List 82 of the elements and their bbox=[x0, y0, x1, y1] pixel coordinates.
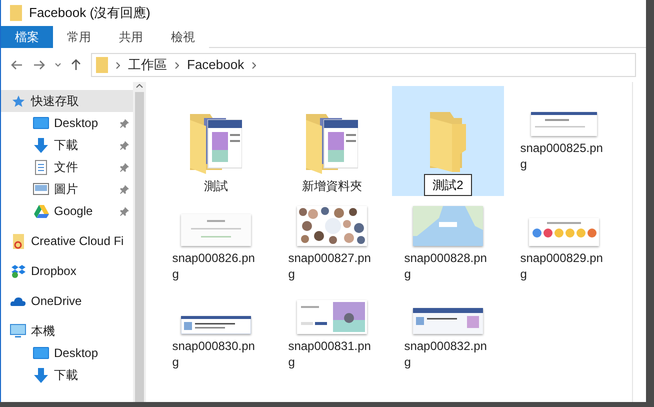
sidebar-item[interactable]: OneDrive bbox=[1, 290, 133, 312]
chevron-right-icon bbox=[175, 62, 179, 68]
desktop-icon bbox=[33, 347, 49, 359]
cloud-icon bbox=[10, 296, 26, 306]
breadcrumb[interactable]: Facebook bbox=[187, 55, 244, 75]
rename-field[interactable]: 測試2 bbox=[424, 174, 472, 196]
file-item[interactable]: snap000832.png bbox=[392, 284, 504, 372]
file-item[interactable]: snap000826.png bbox=[160, 196, 272, 284]
folder-preview-icon bbox=[306, 114, 358, 174]
sidebar-item[interactable]: 快速存取 bbox=[1, 90, 133, 112]
cloud-folder-icon bbox=[12, 234, 24, 248]
sidebar-item[interactable]: Dropbox bbox=[1, 260, 133, 282]
sidebar-item[interactable]: Desktop bbox=[1, 342, 133, 364]
file-name: snap000827.png bbox=[288, 250, 372, 282]
forward-arrow-icon bbox=[33, 60, 45, 70]
chevron-down-icon bbox=[55, 63, 61, 67]
sidebar-item[interactable]: 圖片 bbox=[1, 178, 133, 200]
folder-preview-icon bbox=[190, 114, 242, 174]
pin-icon bbox=[120, 140, 129, 150]
file-name: snap000830.png bbox=[172, 338, 256, 370]
sidebar-label: 本機 bbox=[31, 323, 56, 340]
pin-icon bbox=[120, 206, 129, 216]
folder-icon bbox=[96, 57, 108, 73]
file-item[interactable]: snap000829.png bbox=[508, 196, 620, 284]
up-arrow-icon bbox=[71, 59, 81, 71]
pin-icon bbox=[120, 184, 129, 194]
sidebar-item[interactable]: 本機 bbox=[1, 320, 133, 342]
back-arrow-icon bbox=[11, 60, 23, 70]
sidebar-label: Google bbox=[54, 203, 94, 220]
sidebar-label: Desktop bbox=[54, 115, 100, 132]
file-name: snap000832.png bbox=[404, 338, 488, 370]
pin-icon bbox=[120, 118, 129, 128]
file-item[interactable]: snap000831.png bbox=[276, 284, 388, 372]
breadcrumb[interactable]: 工作區 bbox=[128, 55, 167, 75]
star-icon bbox=[12, 94, 24, 108]
ribbon-tab[interactable]: 檔案 bbox=[1, 26, 53, 48]
chevron-right-icon bbox=[252, 62, 256, 68]
address-bar[interactable]: 工作區 Facebook bbox=[91, 53, 636, 77]
folder-item[interactable]: 測試 bbox=[160, 86, 272, 196]
file-item[interactable]: snap000828.png bbox=[392, 196, 504, 284]
sidebar-label: OneDrive bbox=[31, 293, 83, 310]
sidebar-label: 下載 bbox=[54, 137, 79, 154]
sidebar-label: 圖片 bbox=[54, 181, 79, 198]
folder-icon bbox=[430, 112, 466, 172]
file-name: snap000829.png bbox=[520, 250, 604, 282]
pin-icon bbox=[120, 162, 129, 172]
desktop-icon bbox=[33, 117, 49, 129]
sidebar-item[interactable]: Google bbox=[1, 200, 133, 222]
sidebar-label: Creative Cloud Fi bbox=[31, 233, 125, 250]
image-icon bbox=[33, 183, 49, 195]
chevron-right-icon bbox=[116, 62, 120, 68]
file-name: snap000826.png bbox=[172, 250, 256, 282]
folder-item[interactable]: 測試2 bbox=[392, 86, 504, 196]
sidebar-item[interactable]: 下載 bbox=[1, 134, 133, 156]
scrollbar[interactable] bbox=[133, 82, 146, 402]
document-icon bbox=[35, 160, 47, 174]
sidebar-item[interactable]: 下載 bbox=[1, 364, 133, 386]
sidebar-item[interactable]: Desktop bbox=[1, 112, 133, 134]
file-item[interactable]: snap000825.png bbox=[508, 86, 620, 174]
triangle-logo-icon bbox=[34, 204, 48, 218]
sidebar-item[interactable]: 文件 bbox=[1, 156, 133, 178]
file-name: snap000831.png bbox=[288, 338, 372, 370]
sidebar-label: 下載 bbox=[54, 367, 79, 384]
file-name: 新增資料夾 bbox=[302, 178, 362, 194]
download-arrow-icon bbox=[34, 368, 48, 382]
file-name: snap000828.png bbox=[404, 250, 488, 282]
file-item[interactable]: snap000827.png bbox=[276, 196, 388, 284]
download-arrow-icon bbox=[34, 138, 48, 152]
dropbox-icon bbox=[10, 264, 26, 278]
file-name: 測試 bbox=[204, 178, 228, 194]
folder-icon bbox=[9, 5, 23, 21]
file-name: snap000825.png bbox=[520, 140, 604, 172]
file-item[interactable]: snap000830.png bbox=[160, 284, 272, 372]
window-title: Facebook (沒有回應) bbox=[29, 4, 150, 22]
sidebar-label: 文件 bbox=[54, 159, 79, 176]
sidebar-label: Desktop bbox=[54, 345, 100, 362]
folder-item[interactable]: 新增資料夾 bbox=[276, 86, 388, 196]
sidebar-item[interactable]: Creative Cloud Fi bbox=[1, 230, 133, 252]
computer-icon bbox=[10, 324, 26, 338]
sidebar-label: Dropbox bbox=[31, 263, 78, 280]
sidebar-label: 快速存取 bbox=[31, 93, 80, 110]
scroll-up-icon bbox=[136, 84, 143, 88]
